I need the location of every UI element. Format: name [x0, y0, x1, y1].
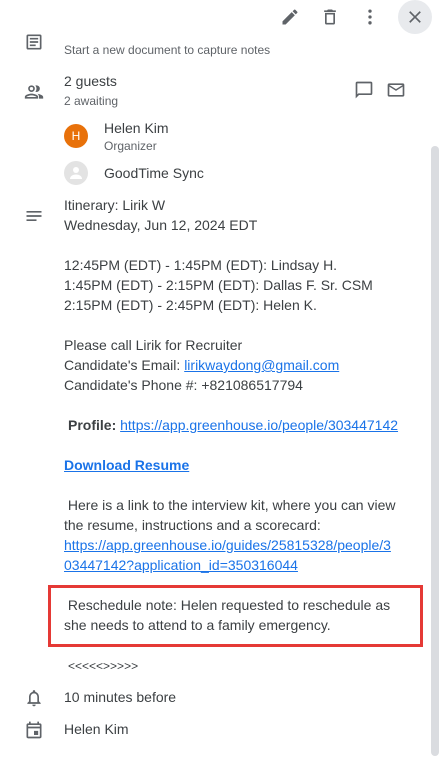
- avatar: [64, 161, 88, 185]
- notes-subtitle: Start a new document to capture notes: [64, 43, 271, 57]
- candidate-email-line: Candidate's Email: lirikwaydong@gmail.co…: [64, 357, 340, 373]
- reschedule-note-line: she needs to attend to a family emergenc…: [64, 617, 331, 633]
- document-icon: [24, 32, 44, 52]
- edit-button[interactable]: [273, 0, 307, 34]
- guest-role: Organizer: [104, 139, 157, 153]
- guest-name[interactable]: GoodTime Sync: [104, 163, 204, 183]
- description-line: Please call Lirik for Recruiter: [64, 337, 243, 353]
- people-icon: [24, 82, 44, 102]
- guest-count: 2 guests: [64, 73, 117, 89]
- reminder-label: 10 minutes before: [64, 689, 177, 705]
- interview-kit-link-continued[interactable]: 03447142?application_id=350316044: [64, 555, 298, 575]
- delete-button[interactable]: [313, 0, 347, 34]
- profile-link[interactable]: https://app.greenhouse.io/people/3034471…: [120, 417, 398, 433]
- description-line: 2:15PM (EDT) - 2:45PM (EDT): Helen K.: [64, 297, 317, 313]
- download-resume-link[interactable]: Download Resume: [64, 455, 189, 475]
- chat-icon[interactable]: [354, 80, 374, 100]
- trash-icon: [324, 9, 336, 25]
- interview-kit-link[interactable]: https://app.greenhouse.io/guides/2581532…: [64, 535, 391, 555]
- description-line: Itinerary: Lirik W: [64, 197, 166, 213]
- more-options-button[interactable]: [353, 0, 387, 34]
- calendar-owner: Helen Kim: [64, 721, 129, 737]
- pencil-icon: [282, 9, 298, 25]
- bell-icon: [24, 688, 44, 708]
- email-icon[interactable]: [386, 80, 406, 100]
- person-icon: [70, 167, 82, 179]
- more-vert-icon: [368, 9, 372, 25]
- close-button[interactable]: [398, 0, 432, 34]
- top-toolbar: [0, 0, 441, 36]
- reschedule-note-line: Reschedule note: Helen requested to resc…: [64, 597, 391, 613]
- separator-text: <<<<<>>>>>: [68, 659, 139, 673]
- description-icon: [24, 206, 44, 226]
- avatar: H: [64, 124, 88, 148]
- guest-name[interactable]: Helen Kim: [104, 118, 169, 138]
- calendar-icon: [24, 720, 44, 740]
- profile-line: Profile: https://app.greenhouse.io/peopl…: [68, 417, 399, 433]
- description-line: Here is a link to the interview kit, whe…: [64, 497, 396, 513]
- description-line: 12:45PM (EDT) - 1:45PM (EDT): Lindsay H.: [64, 257, 338, 273]
- description-line: 1:45PM (EDT) - 2:15PM (EDT): Dallas F. S…: [64, 277, 373, 293]
- guest-awaiting: 2 awaiting: [64, 94, 119, 108]
- description-line: the resume, instructions and a scorecard…: [64, 517, 321, 533]
- scrollbar[interactable]: [431, 146, 439, 756]
- candidate-email-link[interactable]: lirikwaydong@gmail.com: [184, 357, 339, 373]
- description-line: Candidate's Phone #: +821086517794: [64, 377, 303, 393]
- description-line: Wednesday, Jun 12, 2024 EDT: [64, 217, 258, 233]
- close-icon: [409, 11, 421, 23]
